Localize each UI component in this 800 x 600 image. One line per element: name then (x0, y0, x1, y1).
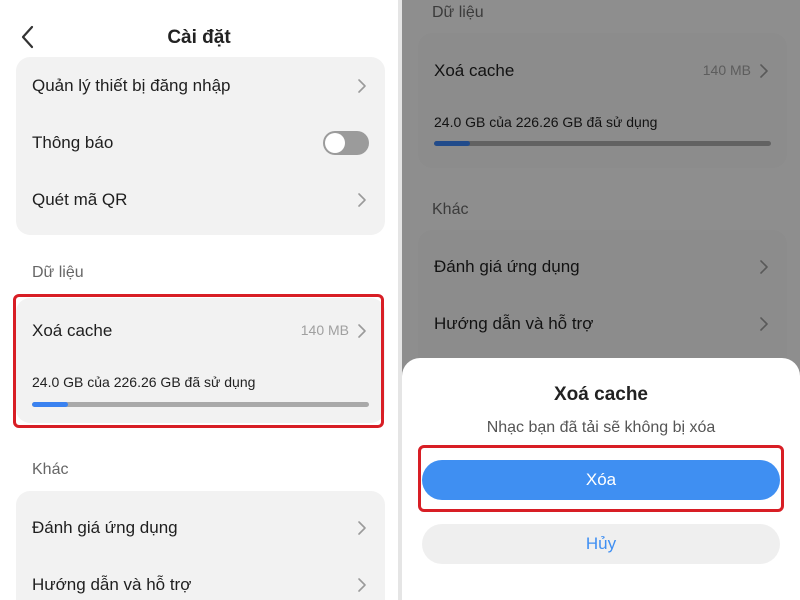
storage-progress-bar (32, 402, 369, 407)
row-scan-qr[interactable]: Quét mã QR (16, 171, 385, 228)
row-notifications: Thông báo (16, 114, 385, 171)
cache-size: 140 MB (300, 322, 349, 338)
notifications-toggle[interactable] (323, 131, 369, 155)
settings-screen: Cài đặt Quản lý thiết bị đăng nhập Thông… (0, 0, 398, 600)
row-label: Xoá cache (32, 321, 113, 340)
page-title: Cài đặt (167, 27, 231, 48)
chevron-right-icon (357, 78, 367, 94)
row-rate-app[interactable]: Đánh giá ứng dụng (16, 499, 385, 556)
row-device-management[interactable]: Quản lý thiết bị đăng nhập (16, 57, 385, 114)
chevron-right-icon (357, 323, 367, 339)
cancel-button[interactable]: Hủy (422, 524, 780, 564)
dialog-message: Nhạc bạn đã tải sẽ không bị xóa (486, 419, 716, 436)
dialog-title: Xoá cache (554, 384, 648, 405)
chevron-right-icon (357, 192, 367, 208)
section-label-data: Dữ liệu (32, 264, 84, 281)
clear-cache-dialog: Xoá cache Nhạc bạn đã tải sẽ không bị xó… (402, 358, 800, 600)
storage-usage-text: 24.0 GB của 226.26 GB đã sử dụng (32, 374, 256, 390)
other-card: Đánh giá ứng dụng Hướng dẫn và hỗ trợ (16, 491, 385, 600)
row-label: Hướng dẫn và hỗ trợ (32, 575, 192, 594)
data-card: Xoá cache 140 MB 24.0 GB của 226.26 GB đ… (16, 298, 385, 423)
settings-screen-with-dialog: Dữ liệu Xoá cache 140 MB 24.0 GB của 226… (402, 0, 800, 600)
storage-progress-fill (32, 402, 68, 407)
chevron-right-icon (357, 520, 367, 536)
account-settings-card: Quản lý thiết bị đăng nhập Thông báo Qué… (16, 57, 385, 235)
chevron-right-icon (357, 577, 367, 593)
confirm-delete-button[interactable]: Xóa (422, 460, 780, 500)
row-clear-cache[interactable]: Xoá cache 140 MB (16, 302, 385, 359)
row-label: Quản lý thiết bị đăng nhập (32, 76, 231, 95)
row-label: Đánh giá ứng dụng (32, 518, 178, 537)
section-label-other: Khác (32, 461, 69, 478)
row-help-support[interactable]: Hướng dẫn và hỗ trợ (16, 556, 385, 600)
toggle-knob (325, 133, 345, 153)
row-label: Thông báo (32, 133, 114, 152)
row-label: Quét mã QR (32, 190, 128, 209)
